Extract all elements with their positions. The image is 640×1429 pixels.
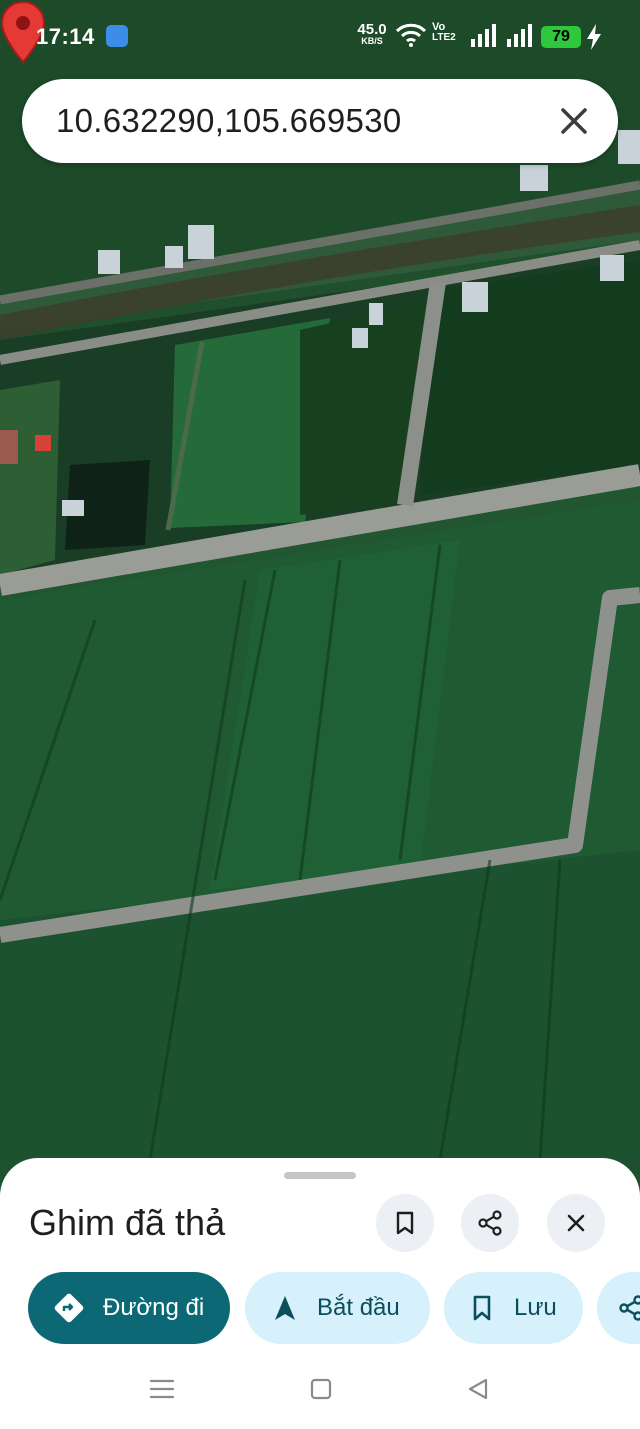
bookmark-icon	[462, 1288, 502, 1328]
directions-button[interactable]: Đường đi	[28, 1272, 230, 1344]
recent-apps-button[interactable]	[147, 1374, 177, 1404]
menu-icon	[149, 1379, 175, 1399]
share-icon	[478, 1210, 502, 1236]
status-time: 17:14	[36, 24, 95, 49]
back-triangle-icon	[468, 1378, 488, 1400]
start-label: Bắt đầu	[317, 1294, 400, 1321]
signal-strength-icon	[471, 24, 496, 47]
share-icon	[611, 1288, 640, 1328]
home-square-icon	[310, 1378, 332, 1400]
network-speed-value: 45.0	[357, 21, 387, 38]
search-box[interactable]: 10.632290,105.669530	[22, 79, 618, 163]
place-title: Ghim đã thả	[29, 1202, 226, 1243]
action-chips-row[interactable]: Đường đi Bắt đầu Lưu	[0, 1272, 640, 1346]
save-label: Lưu	[514, 1294, 557, 1321]
charging-bolt-icon	[587, 24, 601, 50]
lte-label: LTE2	[432, 32, 456, 43]
share-place-button[interactable]	[461, 1194, 519, 1252]
share-chip-button[interactable]	[597, 1272, 640, 1344]
navigation-arrow-icon	[265, 1288, 305, 1328]
volte-indicator: Vo LTE2	[432, 22, 464, 43]
start-navigation-button[interactable]: Bắt đầu	[245, 1272, 430, 1344]
signal-strength-icon-2	[507, 24, 532, 47]
directions-label: Đường đi	[103, 1294, 205, 1321]
battery-level: 79	[541, 26, 581, 48]
save-button[interactable]: Lưu	[444, 1272, 583, 1344]
search-input[interactable]: 10.632290,105.669530	[56, 102, 402, 140]
network-speed-unit: KB/S	[361, 36, 383, 46]
home-button[interactable]	[306, 1374, 336, 1404]
system-navigation-bar	[0, 1350, 640, 1429]
close-icon	[567, 1214, 585, 1232]
bookmark-icon	[396, 1211, 414, 1235]
close-sheet-button[interactable]	[547, 1194, 605, 1252]
drag-handle[interactable]	[284, 1172, 356, 1179]
back-button[interactable]	[463, 1374, 493, 1404]
network-speed: 45.0 KB/S	[352, 22, 392, 46]
notification-app-icon	[106, 25, 128, 47]
wifi-icon	[395, 23, 427, 47]
clear-search-icon[interactable]	[556, 103, 592, 139]
directions-icon	[49, 1288, 89, 1328]
save-place-button[interactable]	[376, 1194, 434, 1252]
status-bar: 17:14 45.0 KB/S Vo LTE2 79	[0, 0, 640, 72]
